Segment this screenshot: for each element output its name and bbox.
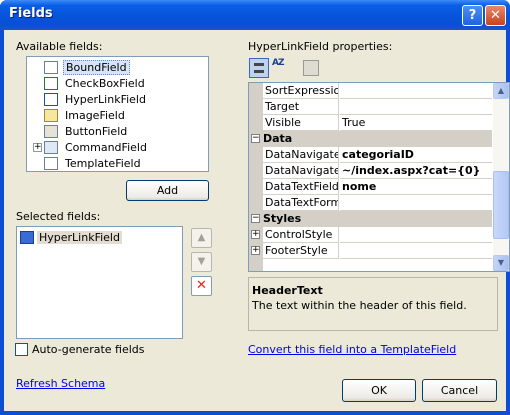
collapse-icon[interactable]: − <box>251 134 260 143</box>
auto-generate-checkbox[interactable] <box>15 343 28 356</box>
tree-item-label: CommandField <box>65 141 147 154</box>
arrow-down-icon: ▼ <box>197 256 206 267</box>
dialog-body: Available fields: BoundField CheckBoxFie… <box>4 30 510 411</box>
button-field-icon <box>44 125 58 138</box>
properties-toolbar: AZ <box>248 56 498 82</box>
hyperlink-field-icon <box>20 231 34 244</box>
alphabetical-button[interactable]: AZ <box>272 58 292 78</box>
fields-dialog: Fields ? ✕ Available fields: BoundField … <box>0 0 510 415</box>
property-row[interactable]: DataTextField nome <box>249 179 492 195</box>
scroll-thumb[interactable] <box>493 171 509 239</box>
property-grid-scrollbar[interactable]: ▲ ▼ <box>493 83 509 271</box>
property-row[interactable]: Target <box>249 99 492 115</box>
property-name: DataNavigateU <box>263 147 339 163</box>
selected-fields-label: Selected fields: <box>16 210 101 223</box>
property-value[interactable]: ~/index.aspx?cat={0} <box>340 163 492 179</box>
property-name: DataNavigateU <box>263 163 339 179</box>
cancel-button[interactable]: Cancel <box>422 379 497 402</box>
tree-item-label: HyperLinkField <box>65 93 146 106</box>
close-icon: ✕ <box>490 8 501 23</box>
category-name: Styles <box>263 212 302 225</box>
tree-item-label: ImageField <box>65 109 125 122</box>
tree-item-label: ButtonField <box>65 125 128 138</box>
property-value[interactable] <box>340 243 492 259</box>
property-row-partial <box>249 259 492 271</box>
property-row[interactable]: SortExpression <box>249 83 492 99</box>
delete-field-button[interactable]: ✕ <box>191 276 212 296</box>
close-button[interactable]: ✕ <box>485 5 506 26</box>
checkbox-field-icon <box>44 77 58 90</box>
hyperlink-field-icon <box>44 93 58 106</box>
property-pages-button[interactable] <box>303 60 319 76</box>
ok-button[interactable]: OK <box>342 379 416 402</box>
property-row[interactable]: Visible True <box>249 115 492 131</box>
move-up-button[interactable]: ▲ <box>191 228 212 248</box>
expand-icon[interactable]: + <box>251 246 260 255</box>
tree-item-label: CheckBoxField <box>65 77 145 90</box>
description-text: The text within the header of this field… <box>252 299 467 312</box>
move-down-button[interactable]: ▼ <box>191 252 212 272</box>
auto-generate-label: Auto-generate fields <box>32 343 145 356</box>
property-name: DataTextField <box>263 179 339 195</box>
available-fields-label: Available fields: <box>16 40 103 53</box>
property-row[interactable]: + FooterStyle <box>249 243 492 259</box>
template-field-icon <box>44 157 58 170</box>
delete-icon: ✕ <box>196 278 207 293</box>
property-value[interactable]: categoriaID <box>340 147 492 163</box>
category-name: Data <box>263 132 293 145</box>
description-title: HeaderText <box>252 284 323 297</box>
property-name: ControlStyle <box>263 227 339 243</box>
window-title: Fields <box>9 6 53 21</box>
categorized-button[interactable] <box>249 58 269 78</box>
selected-fields-list[interactable]: HyperLinkField <box>16 226 183 339</box>
expand-icon[interactable]: + <box>251 230 260 239</box>
chevron-down-icon: ▼ <box>497 258 505 267</box>
property-name: FooterStyle <box>263 243 339 259</box>
convert-to-template-link[interactable]: Convert this field into a TemplateField <box>248 343 456 356</box>
help-button[interactable]: ? <box>462 5 483 26</box>
refresh-schema-link[interactable]: Refresh Schema <box>16 377 105 390</box>
property-value[interactable] <box>340 195 492 211</box>
scroll-up-button[interactable]: ▲ <box>493 83 509 99</box>
category-styles[interactable]: − Styles <box>249 211 492 227</box>
list-item-label: HyperLinkField <box>37 231 122 244</box>
collapse-icon[interactable]: − <box>251 214 260 223</box>
property-name: Visible <box>263 115 339 131</box>
command-field-icon <box>44 141 58 154</box>
property-value[interactable]: True <box>340 115 492 131</box>
help-icon: ? <box>468 8 477 23</box>
property-name: DataTextForma <box>263 195 339 211</box>
property-grid[interactable]: SortExpression Target Visible True − Dat… <box>248 82 510 272</box>
categorized-icon <box>254 63 264 73</box>
property-value[interactable]: nome <box>340 179 492 195</box>
property-row[interactable]: DataTextForma <box>249 195 492 211</box>
tree-item-label: TemplateField <box>65 157 141 170</box>
title-bar[interactable]: Fields ? ✕ <box>0 0 510 30</box>
properties-label: HyperLinkField properties: <box>248 40 393 53</box>
property-row[interactable]: + ControlStyle <box>249 227 492 243</box>
available-fields-tree[interactable]: BoundField CheckBoxField HyperLinkField … <box>26 56 209 172</box>
property-name: Target <box>263 99 339 115</box>
add-button[interactable]: Add <box>126 180 209 201</box>
property-name: SortExpression <box>263 83 339 99</box>
property-value[interactable] <box>340 99 492 115</box>
property-row[interactable]: DataNavigateU ~/index.aspx?cat={0} <box>249 163 492 179</box>
property-row[interactable]: DataNavigateU categoriaID <box>249 147 492 163</box>
sort-alpha-icon: AZ <box>272 58 284 68</box>
chevron-up-icon: ▲ <box>497 86 505 95</box>
expand-icon[interactable]: + <box>33 143 42 152</box>
arrow-up-icon: ▲ <box>197 232 206 243</box>
category-data[interactable]: − Data <box>249 131 492 147</box>
image-field-icon <box>44 109 58 122</box>
property-value[interactable] <box>340 83 492 99</box>
description-panel: HeaderText The text within the header of… <box>248 277 498 331</box>
property-value[interactable] <box>340 227 492 243</box>
tree-item-label: BoundField <box>63 60 130 75</box>
scroll-down-button[interactable]: ▼ <box>493 255 509 271</box>
bound-field-icon <box>44 61 58 74</box>
